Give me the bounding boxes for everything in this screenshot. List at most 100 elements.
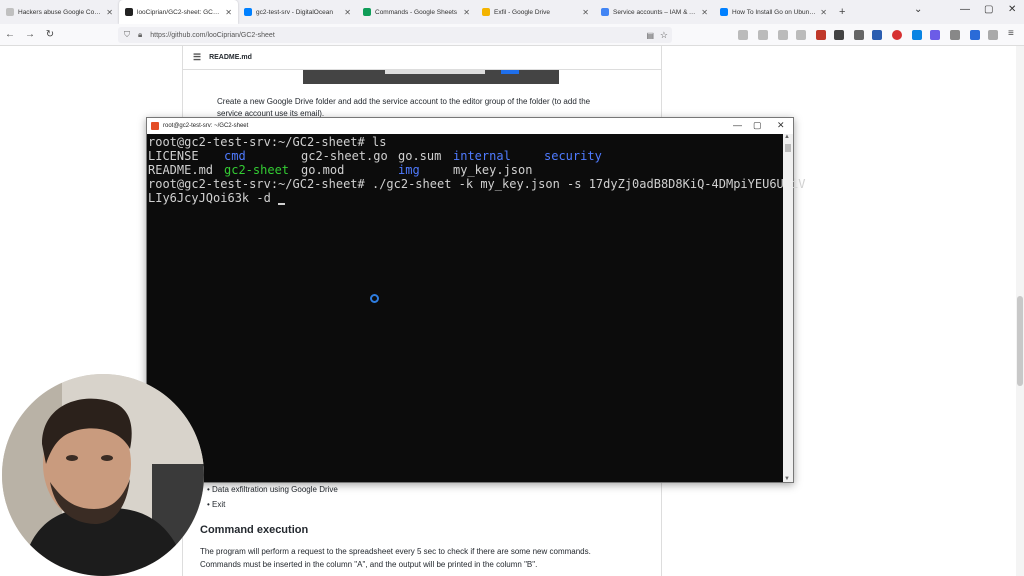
browser-tab[interactable]: Hackers abuse Google Command ✕ xyxy=(0,0,119,24)
scrollbar-thumb[interactable] xyxy=(1017,296,1023,386)
terminal-line: LICENSE cmd gc2-sheet.go go.sum internal secu… xyxy=(148,149,783,163)
tab-close-icon[interactable]: ✕ xyxy=(701,8,708,17)
browser-tab[interactable]: Service accounts – IAM & Adm ✕ xyxy=(595,0,714,24)
ls-entry: go.sum xyxy=(398,149,442,163)
browser-tab[interactable]: How To Install Go on Ubuntu 2 ✕ xyxy=(714,0,833,24)
putty-icon xyxy=(151,122,159,130)
image-detail xyxy=(501,70,519,74)
tab-label: gc2-test-srv - DigitalOcean xyxy=(256,8,333,16)
paragraph: Commands must be inserted in the column … xyxy=(200,560,538,569)
ls-entry: internal xyxy=(453,149,511,163)
scrollbar-thumb[interactable] xyxy=(785,144,791,152)
sheets-icon xyxy=(363,8,371,16)
bullet-exit: • Exit xyxy=(207,500,226,509)
paragraph: The program will perform a request to th… xyxy=(200,547,591,556)
sidebar-icon[interactable] xyxy=(796,30,806,40)
shield-icon: ⛉ xyxy=(124,30,130,39)
tab-label: Service accounts – IAM & Adm xyxy=(613,8,698,16)
browser-tab[interactable]: looCiprian/GC2-sheet: GC2 is a ✕ xyxy=(119,0,238,24)
tab-close-icon[interactable]: ✕ xyxy=(225,8,232,17)
browser-tab[interactable]: gc2-test-srv - DigitalOcean ✕ xyxy=(238,0,357,24)
terminal-window[interactable]: root@gc2-test-srv: ~/GC2-sheet — ▢ ✕ roo… xyxy=(146,117,806,483)
close-window-icon[interactable]: ✕ xyxy=(1008,4,1016,15)
browser-tab[interactable]: Exfil - Google Drive ✕ xyxy=(476,0,595,24)
bullet-exit-label: Exit xyxy=(212,500,226,509)
ls-entry: LICENSE xyxy=(148,149,199,163)
reload-icon[interactable]: ↻ xyxy=(40,29,60,40)
webcam-overlay xyxy=(2,374,204,576)
digitalocean-icon xyxy=(244,8,252,16)
github-icon xyxy=(125,8,133,16)
ls-entry: security xyxy=(544,149,602,163)
extensions-puzzle-icon[interactable] xyxy=(988,30,998,40)
tabs-container: Hackers abuse Google Command✕looCiprian/… xyxy=(0,0,833,24)
page-scrollbar[interactable] xyxy=(1016,46,1024,576)
tab-close-icon[interactable]: ✕ xyxy=(463,8,470,17)
bullet-exfil: • Data exfiltration using Google Drive xyxy=(207,485,338,494)
tab-label: Commands - Google Sheets xyxy=(375,8,458,16)
tab-close-icon[interactable]: ✕ xyxy=(106,8,113,17)
tab-close-icon[interactable]: ✕ xyxy=(582,8,589,17)
tab-close-icon[interactable]: ✕ xyxy=(820,8,827,17)
ls-entry: go.mod xyxy=(301,163,345,177)
extension-icon[interactable] xyxy=(834,30,844,40)
list-icon[interactable]: ☰ xyxy=(193,52,201,63)
extension-icon[interactable] xyxy=(950,30,960,40)
terminal-titlebar[interactable]: root@gc2-test-srv: ~/GC2-sheet — ▢ ✕ xyxy=(147,118,793,134)
ls-entry: gc2-sheet xyxy=(224,163,290,177)
readme-header: ☰ README.md xyxy=(182,46,662,70)
text-cursor xyxy=(278,203,286,205)
screenshot-image xyxy=(303,70,559,84)
bullet-exfil-label: Data exfiltration using Google Drive xyxy=(212,485,338,494)
menu-icon[interactable]: ≡ xyxy=(1008,28,1018,39)
minimize-icon[interactable]: — xyxy=(733,120,742,130)
gcloud-icon xyxy=(601,8,609,16)
pocket-icon[interactable] xyxy=(738,30,748,40)
tab-list-icon[interactable]: ⌄ xyxy=(914,4,922,15)
maximize-icon[interactable]: ▢ xyxy=(753,120,762,131)
extension-icon[interactable] xyxy=(872,30,882,40)
reader-view-icon[interactable]: ▤ xyxy=(646,31,654,40)
downloads-icon[interactable] xyxy=(758,30,768,40)
terminal-title: root@gc2-test-srv: ~/GC2-sheet xyxy=(163,123,249,129)
bookmark-star-icon[interactable]: ☆ xyxy=(660,30,668,41)
drive-icon xyxy=(482,8,490,16)
lock-icon: 🔒︎ xyxy=(138,30,143,39)
scroll-up-icon[interactable]: ▲ xyxy=(784,134,790,140)
tab-label: How To Install Go on Ubuntu 2 xyxy=(732,8,817,16)
ls-entry: my_key.json xyxy=(453,163,533,177)
ls-entry: README.md xyxy=(148,163,214,177)
extension-icon[interactable] xyxy=(970,30,980,40)
terminal-line: README.md gc2-sheet go.mod img my_key.json xyxy=(148,163,783,177)
tab-label: looCiprian/GC2-sheet: GC2 is a xyxy=(137,8,222,16)
terminal-line: root@gc2-test-srv:~/GC2-sheet# ls xyxy=(148,135,387,149)
minimize-icon[interactable]: — xyxy=(960,4,970,15)
tab-close-icon[interactable]: ✕ xyxy=(344,8,351,17)
extension-icon[interactable] xyxy=(930,30,940,40)
terminal-output[interactable]: root@gc2-test-srv:~/GC2-sheet# ls LICENS… xyxy=(147,134,806,482)
readme-label: README.md xyxy=(209,54,252,61)
extension-icon[interactable] xyxy=(854,30,864,40)
extension-icon[interactable] xyxy=(912,30,922,40)
terminal-scrollbar[interactable]: ▲ ▼ xyxy=(783,134,793,482)
ls-entry: img xyxy=(398,163,420,177)
terminal-line: root@gc2-test-srv:~/GC2-sheet# ./gc2-she… xyxy=(148,177,806,191)
close-icon[interactable]: ✕ xyxy=(777,120,785,131)
busy-cursor-icon xyxy=(370,294,379,303)
extension-icon[interactable] xyxy=(892,30,902,40)
digitalocean-icon xyxy=(720,8,728,16)
tab-label: Hackers abuse Google Command xyxy=(18,8,102,16)
browser-tab[interactable]: Commands - Google Sheets ✕ xyxy=(357,0,476,24)
back-icon[interactable]: ← xyxy=(0,29,20,40)
extension-icon[interactable] xyxy=(816,30,826,40)
new-tab-button[interactable]: + xyxy=(839,6,845,18)
drive-instructions-text: Create a new Google Drive folder and add… xyxy=(217,97,591,106)
ls-entry: gc2-sheet.go xyxy=(301,149,388,163)
section-heading: Command execution xyxy=(200,524,309,536)
terminal-command-wrap: LIy6JcyJQoi63k -d xyxy=(148,191,279,205)
forward-icon[interactable]: → xyxy=(20,29,40,40)
address-bar[interactable]: ⛉ 🔒︎ https://github.com/looCiprian/GC2-s… xyxy=(118,27,672,43)
library-icon[interactable] xyxy=(778,30,788,40)
maximize-icon[interactable]: ▢ xyxy=(984,4,993,15)
scroll-down-icon[interactable]: ▼ xyxy=(784,476,790,482)
